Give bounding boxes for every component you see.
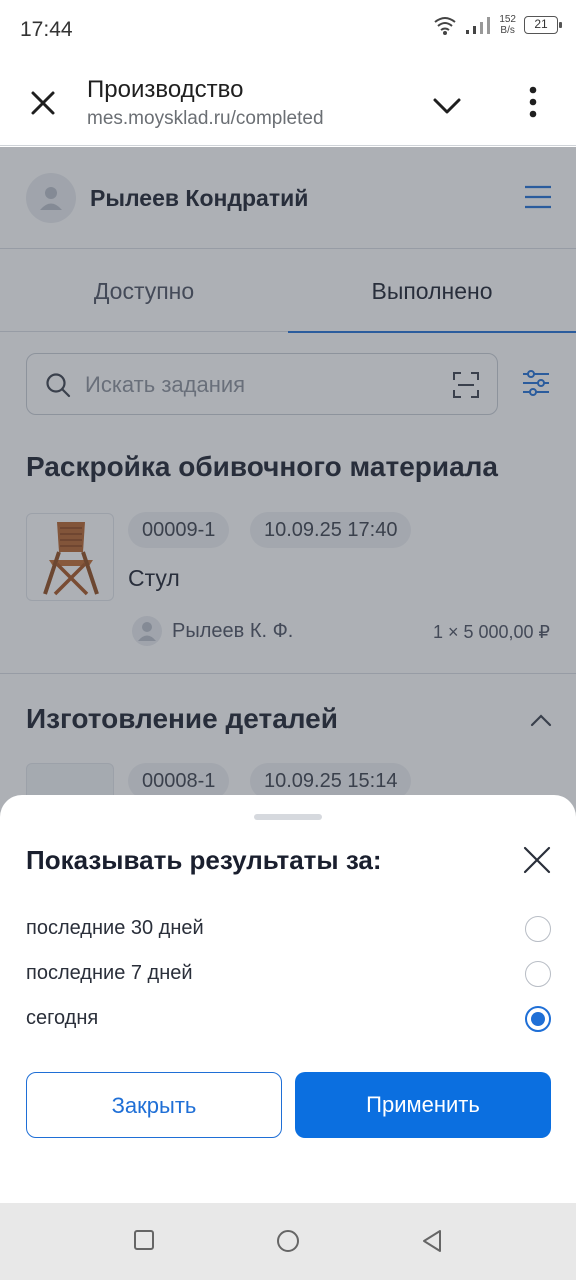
period-option-7-days[interactable]: последние 7 дней: [0, 952, 576, 996]
recents-icon[interactable]: [133, 1229, 155, 1251]
page-url: mes.moysklad.ru/completed: [87, 108, 324, 129]
network-speed: 152 B/s: [499, 14, 516, 36]
radio-button[interactable]: [525, 961, 551, 987]
browser-header: Производство mes.moysklad.ru/completed: [0, 60, 576, 146]
status-icons: 152 B/s 21: [433, 14, 562, 36]
status-time: 17:44: [20, 18, 73, 41]
page-title: Производство: [87, 76, 244, 103]
option-label: последние 7 дней: [26, 962, 193, 984]
wifi-icon: [434, 17, 456, 35]
option-label: последние 30 дней: [26, 917, 204, 939]
period-option-today[interactable]: сегодня: [0, 997, 576, 1041]
close-icon[interactable]: [522, 845, 552, 875]
more-vertical-icon[interactable]: [518, 84, 548, 120]
system-navigation-bar: [0, 1203, 576, 1280]
radio-button[interactable]: [525, 916, 551, 942]
apply-button[interactable]: Применить: [295, 1072, 551, 1138]
chevron-down-icon[interactable]: [430, 90, 464, 120]
status-bar: 17:44 152 B/s 21: [0, 0, 576, 60]
sheet-title: Показывать результаты за:: [26, 845, 382, 875]
period-option-30-days[interactable]: последние 30 дней: [0, 907, 576, 951]
battery-icon: 21: [524, 16, 562, 34]
option-label: сегодня: [26, 1007, 99, 1029]
home-icon[interactable]: [276, 1229, 300, 1253]
signal-icon: [466, 17, 491, 34]
back-icon[interactable]: [421, 1229, 443, 1253]
close-icon[interactable]: [28, 88, 58, 118]
radio-button-selected[interactable]: [525, 1006, 551, 1032]
sheet-drag-handle[interactable]: [254, 814, 322, 820]
close-button[interactable]: Закрыть: [26, 1072, 282, 1138]
period-filter-sheet: Показывать результаты за: последние 30 д…: [0, 795, 576, 1203]
